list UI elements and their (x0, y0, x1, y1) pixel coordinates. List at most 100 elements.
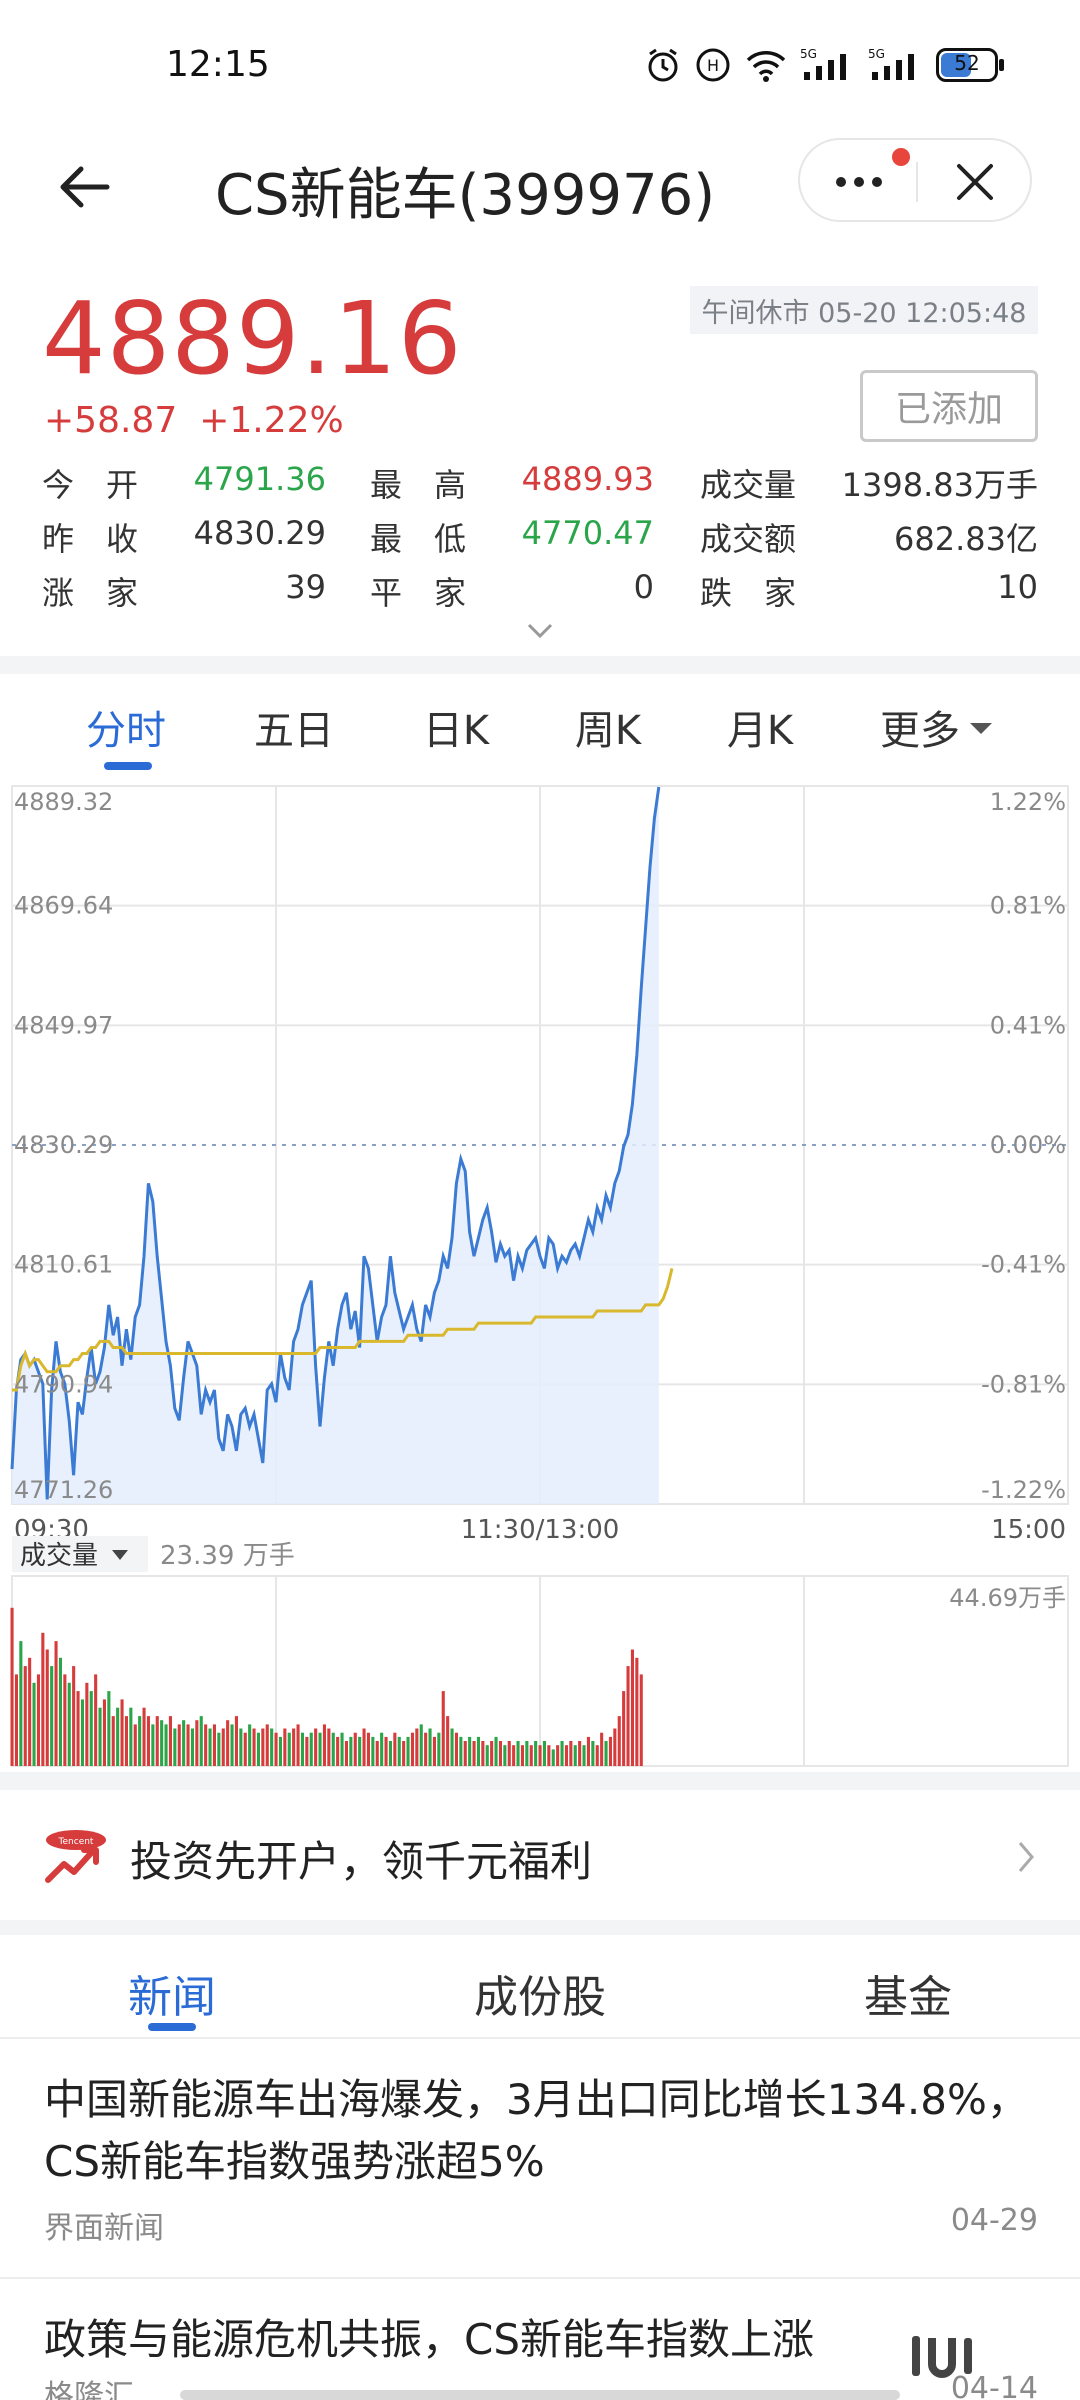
home-indicator[interactable] (180, 2390, 900, 2400)
pct-tick-label: -0.81% (981, 1370, 1066, 1398)
stat-label: 成交额 (700, 520, 797, 558)
volume-bar (353, 1732, 357, 1766)
x-tick-label: 11:30/13:00 (461, 1515, 620, 1545)
volume-bar (424, 1732, 428, 1766)
pct-tick-label: 1.22% (990, 788, 1066, 816)
status-time: 12:15 (166, 44, 270, 85)
stat-label: 成交量 (700, 466, 797, 504)
volume-bar (63, 1674, 67, 1766)
news-tab-1[interactable]: 成份股 (474, 1961, 606, 2025)
volume-bar (560, 1741, 564, 1766)
volume-bar (437, 1732, 441, 1766)
volume-bar (582, 1745, 586, 1766)
volume-bar (292, 1728, 296, 1766)
volume-bar (124, 1716, 128, 1766)
mini-program-capsule (798, 138, 1032, 222)
volume-bar (336, 1736, 340, 1766)
stat-label: 昨 收 (42, 520, 139, 558)
volume-bar (265, 1724, 269, 1766)
y-tick-label: 4849.97 (14, 1011, 113, 1039)
volume-bar (248, 1724, 252, 1766)
volume-bar (450, 1728, 454, 1766)
volume-bar (441, 1691, 445, 1766)
status-icons: H 5G 5G 52 (644, 46, 1004, 84)
added-watchlist-button[interactable]: 已添加 (860, 370, 1038, 442)
volume-bar (230, 1724, 234, 1766)
close-button[interactable] (918, 140, 1032, 224)
news-source: 格隆汇 (44, 2379, 134, 2400)
volume-bar (270, 1728, 274, 1766)
volume-bar (617, 1716, 621, 1766)
stat-label: 平 家 (370, 574, 467, 612)
volume-bar (520, 1745, 524, 1766)
volume-bar (243, 1732, 247, 1766)
volume-bar (454, 1732, 458, 1766)
y-tick-label: 4830.29 (14, 1131, 113, 1159)
volume-bar (14, 1674, 18, 1766)
chart-tab-1[interactable]: 五日 (254, 698, 334, 756)
close-icon (957, 164, 993, 200)
volume-bar (256, 1732, 260, 1766)
volume-bar (428, 1728, 432, 1766)
chart-tab-3[interactable]: 周K (575, 698, 641, 756)
intraday-chart: 4889.32 4869.64 4849.97 4830.29 4810.61 4790.… (10, 785, 1069, 1767)
volume-bar (384, 1736, 388, 1766)
volume-bar (221, 1728, 225, 1766)
pct-tick-label: -1.22% (981, 1476, 1066, 1504)
volume-bar (190, 1728, 194, 1766)
volume-bar (252, 1728, 256, 1766)
volume-bar (300, 1732, 304, 1766)
volume-bar (344, 1741, 348, 1766)
volume-bar (155, 1716, 159, 1766)
volume-bar (503, 1745, 507, 1766)
stat-label: 跌 家 (700, 574, 797, 612)
chart-tab-4[interactable]: 月K (727, 698, 793, 756)
volume-bar (635, 1657, 639, 1766)
stat-value: 0 (633, 568, 654, 606)
volume-bar (28, 1657, 32, 1766)
volume-bar (516, 1741, 520, 1766)
battery-level: 52 (954, 51, 980, 75)
volume-bar (151, 1724, 155, 1766)
y-tick-label: 4790.94 (14, 1370, 113, 1398)
stat-label: 今 开 (42, 466, 139, 504)
volume-bar (327, 1728, 331, 1766)
volume-bar (419, 1724, 423, 1766)
stat-label: 涨 家 (42, 574, 139, 612)
news-item[interactable]: 中国新能源车出海爆发，3月出口同比增长134.8%，CS新能车指数强势涨超5% 界… (0, 2039, 1080, 2279)
volume-bar (564, 1745, 568, 1766)
news-tab-0[interactable]: 新闻 (128, 1961, 216, 2025)
volume-bar (547, 1745, 551, 1766)
volume-bar (613, 1728, 617, 1766)
volume-bar (608, 1736, 612, 1766)
stat-label: 最 低 (370, 520, 467, 558)
volume-bar (107, 1691, 111, 1766)
volume-bar (485, 1745, 489, 1766)
chart-tab-2[interactable]: 日K (423, 698, 489, 756)
section-divider-2 (0, 1772, 1080, 1790)
volume-bar (529, 1745, 533, 1766)
volume-bar (160, 1720, 164, 1766)
volume-bar (146, 1716, 150, 1766)
news-tab-2[interactable]: 基金 (864, 1961, 952, 2025)
volume-bar (98, 1707, 102, 1766)
chart-tab-5[interactable]: 更多 (880, 698, 960, 756)
volume-bar (296, 1724, 300, 1766)
news-tabs: 新闻 成份股 基金 (0, 1935, 1080, 2039)
volume-bar (362, 1728, 366, 1766)
chart-tab-0[interactable]: 分时 (86, 698, 166, 756)
floating-control-icon[interactable] (898, 2330, 1018, 2390)
volume-bar (208, 1728, 212, 1766)
volume-bar (129, 1707, 133, 1766)
volume-bar (626, 1666, 630, 1766)
volume-bar (217, 1732, 221, 1766)
volume-bar (349, 1736, 353, 1766)
promo-banner[interactable]: Tencent 投资先开户，领千元福利 (0, 1800, 1080, 1910)
stat-value: 4770.47 (521, 514, 654, 552)
volume-bar (182, 1720, 186, 1766)
expand-chevron-icon[interactable] (526, 622, 554, 640)
price-change: +58.87 +1.22% (44, 400, 344, 441)
volume-bar (388, 1741, 392, 1766)
nav-header: CS新能车(399976) (0, 130, 1080, 250)
volume-bar (168, 1716, 172, 1766)
